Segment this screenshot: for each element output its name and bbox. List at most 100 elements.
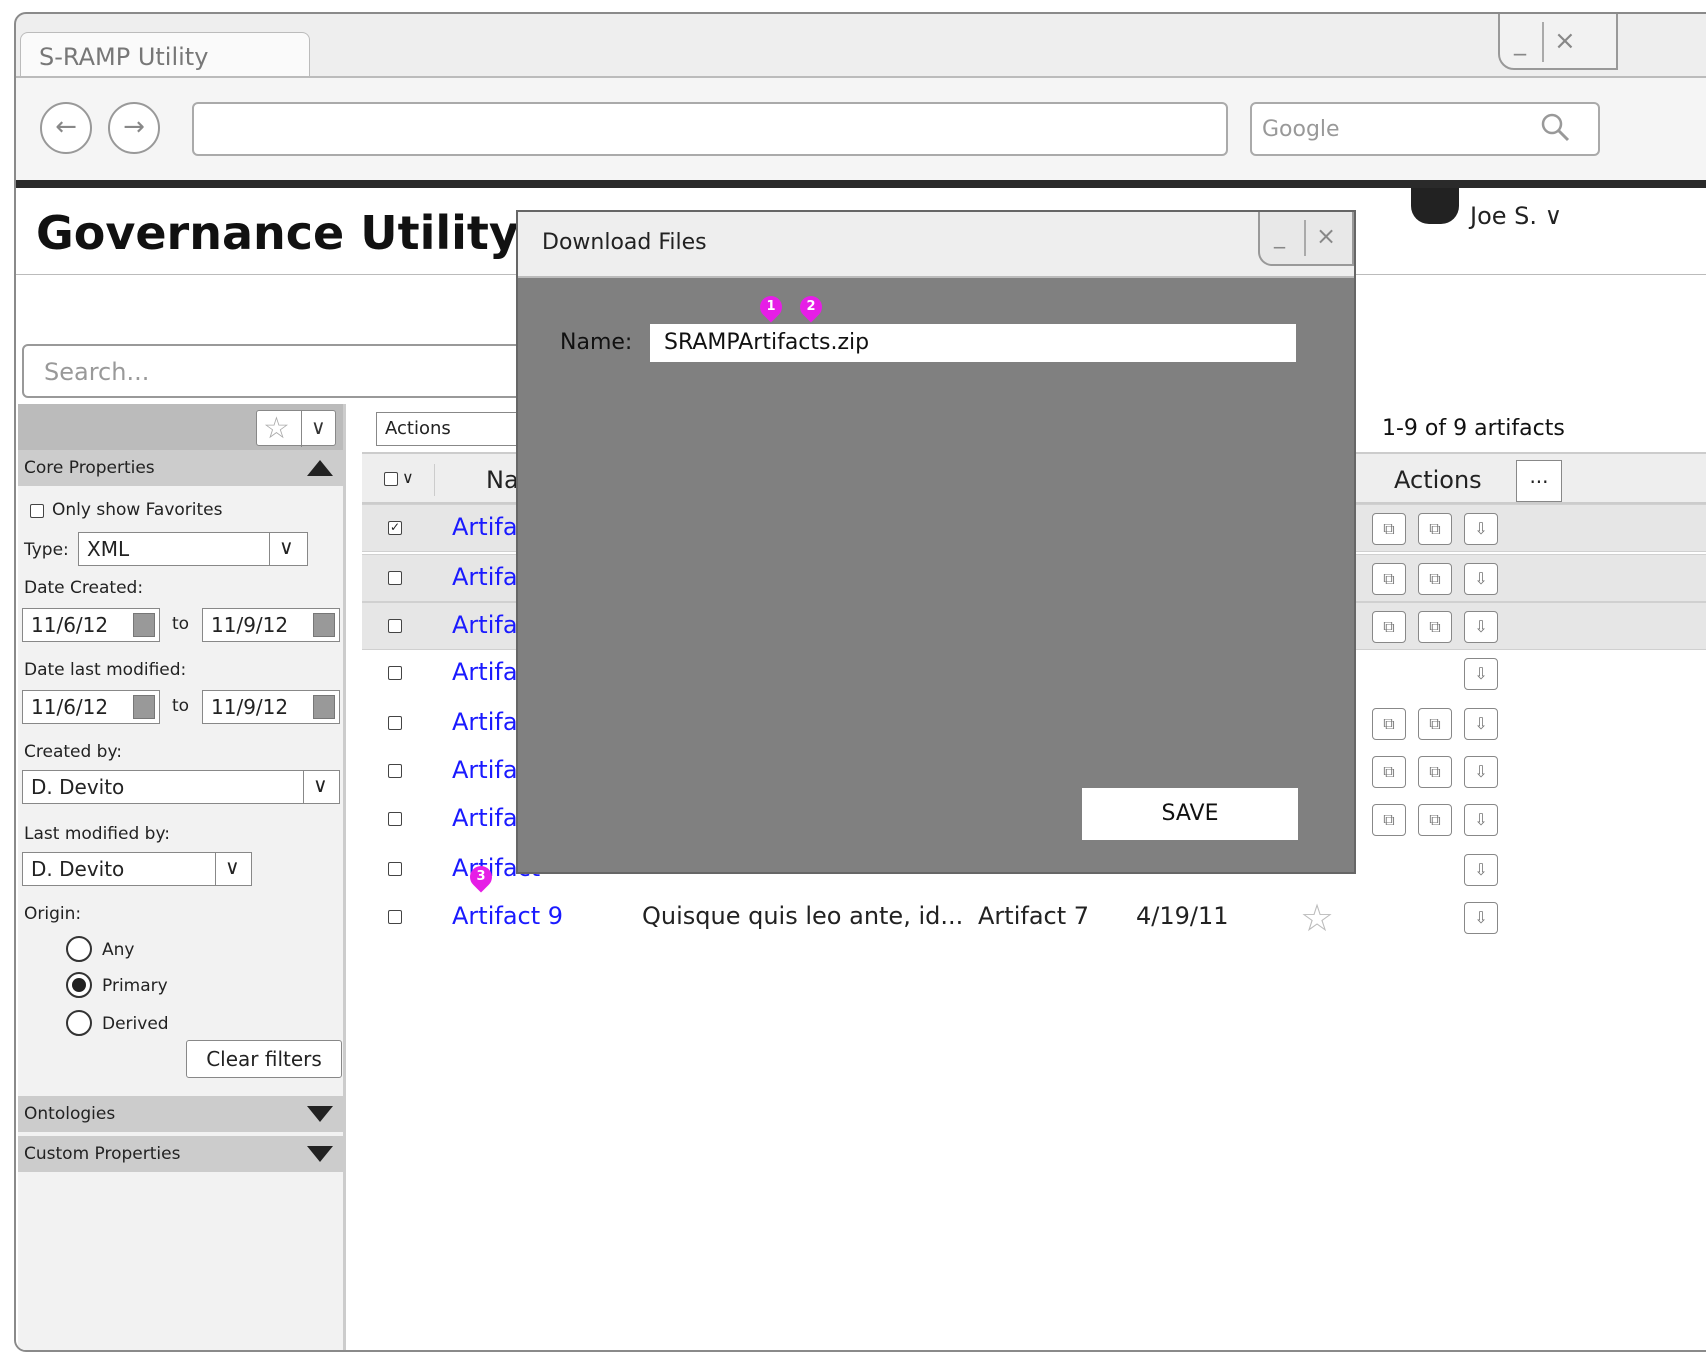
table-row[interactable]: Artifact 9 Quisque quis leo ante, id... Ar… bbox=[362, 894, 1706, 942]
chevron-down-icon: ∨ bbox=[313, 773, 328, 797]
select-all-checkbox[interactable] bbox=[384, 472, 398, 486]
download-icon[interactable]: ⇩ bbox=[1464, 854, 1498, 886]
close-icon[interactable]: × bbox=[1316, 222, 1336, 250]
download-icon[interactable]: ⇩ bbox=[1464, 611, 1498, 643]
divider bbox=[434, 464, 435, 496]
row-checkbox[interactable] bbox=[388, 666, 402, 680]
type-label: Type: bbox=[24, 540, 69, 560]
column-options-button[interactable]: ... bbox=[1516, 460, 1562, 502]
download-icon[interactable]: ⇩ bbox=[1464, 708, 1498, 740]
browser-tab[interactable]: S-RAMP Utility bbox=[20, 32, 310, 78]
calendar-icon[interactable] bbox=[313, 613, 335, 637]
calendar-icon[interactable] bbox=[133, 613, 155, 637]
copy-icon[interactable]: ⧉ bbox=[1372, 804, 1406, 836]
favorite-star-icon[interactable]: ☆ bbox=[1300, 896, 1334, 940]
row-checkbox[interactable] bbox=[388, 764, 402, 778]
chevron-down-icon[interactable]: ∨ bbox=[402, 468, 414, 487]
browser-search-input[interactable]: Google bbox=[1250, 102, 1600, 156]
row-checkbox[interactable] bbox=[388, 862, 402, 876]
core-properties-header[interactable]: Core Properties bbox=[18, 450, 343, 486]
download-icon[interactable]: ⇩ bbox=[1464, 563, 1498, 595]
modified-to-field[interactable]: 11/9/12 bbox=[202, 690, 340, 724]
download-icon[interactable]: ⇩ bbox=[1464, 804, 1498, 836]
only-favorites-checkbox[interactable] bbox=[30, 504, 44, 518]
name-label: Name: bbox=[560, 330, 633, 355]
download-icon[interactable]: ⇩ bbox=[1464, 902, 1498, 934]
copy-icon[interactable]: ⧉ bbox=[1372, 708, 1406, 740]
chevron-down-icon: ∨ bbox=[311, 415, 326, 439]
user-menu[interactable]: Joe S. ∨ bbox=[1470, 202, 1562, 230]
header-divider bbox=[16, 180, 1706, 188]
created-to-field[interactable]: 11/9/12 bbox=[202, 608, 340, 642]
modified-by-value: D. Devito bbox=[31, 857, 125, 881]
filename-input[interactable]: SRAMPArtifacts.zip bbox=[650, 324, 1296, 362]
check-icon: ✓ bbox=[389, 520, 401, 534]
to-label: to bbox=[172, 614, 190, 634]
copy-icon[interactable]: ⧉ bbox=[1372, 611, 1406, 643]
date-created-label: Date Created: bbox=[24, 578, 144, 598]
origin-derived-radio[interactable] bbox=[66, 1010, 92, 1036]
divider bbox=[269, 533, 270, 565]
custom-properties-header[interactable]: Custom Properties bbox=[18, 1136, 343, 1172]
expand-icon bbox=[307, 1106, 333, 1122]
copy-icon[interactable]: ⧉ bbox=[1372, 563, 1406, 595]
download-icon[interactable]: ⇩ bbox=[1464, 513, 1498, 545]
dialog-title: Download Files bbox=[518, 212, 1354, 278]
close-icon[interactable]: × bbox=[1554, 26, 1576, 56]
window-controls: _ × bbox=[1498, 14, 1618, 70]
artifact-date: 4/19/11 bbox=[1136, 902, 1229, 930]
to-label: to bbox=[172, 696, 190, 716]
copy-icon[interactable]: ⧉ bbox=[1372, 756, 1406, 788]
download-icon[interactable]: ⇩ bbox=[1464, 658, 1498, 690]
copy-icon[interactable]: ⧉ bbox=[1418, 513, 1452, 545]
artifact-name-link[interactable]: Artifact 9 bbox=[452, 902, 563, 930]
date-modified-label: Date last modified: bbox=[24, 660, 187, 680]
clear-filters-button[interactable]: Clear filters bbox=[186, 1040, 342, 1078]
annotation-marker: 1 bbox=[755, 291, 787, 323]
type-select[interactable]: XML ∨ bbox=[78, 532, 308, 566]
minimize-icon[interactable]: _ bbox=[1274, 224, 1285, 249]
forward-icon[interactable]: → bbox=[108, 102, 160, 154]
row-checkbox[interactable] bbox=[388, 571, 402, 585]
collapse-icon bbox=[307, 460, 333, 476]
modified-by-label: Last modified by: bbox=[24, 824, 170, 844]
created-from-field[interactable]: 11/6/12 bbox=[22, 608, 160, 642]
copy-icon[interactable]: ⧉ bbox=[1418, 804, 1452, 836]
core-properties-panel: Only show Favorites Type: XML ∨ Date Cre… bbox=[18, 486, 343, 1096]
download-icon[interactable]: ⇩ bbox=[1464, 756, 1498, 788]
copy-icon[interactable]: ⧉ bbox=[1418, 756, 1452, 788]
row-checkbox[interactable] bbox=[388, 910, 402, 924]
search-input[interactable]: Search... bbox=[22, 344, 542, 398]
copy-icon[interactable]: ⧉ bbox=[1418, 611, 1452, 643]
search-icon[interactable] bbox=[1540, 112, 1570, 142]
row-checkbox[interactable] bbox=[388, 812, 402, 826]
expand-icon bbox=[307, 1146, 333, 1162]
created-from-value: 11/6/12 bbox=[31, 613, 109, 637]
copy-icon[interactable]: ⧉ bbox=[1372, 513, 1406, 545]
column-header-actions: Actions bbox=[1394, 466, 1482, 494]
url-input[interactable] bbox=[192, 102, 1228, 156]
modified-by-select[interactable]: D. Devito ∨ bbox=[22, 852, 252, 886]
origin-any-radio[interactable] bbox=[66, 936, 92, 962]
copy-icon[interactable]: ⧉ bbox=[1418, 563, 1452, 595]
copy-icon[interactable]: ⧉ bbox=[1418, 708, 1452, 740]
section-label: Core Properties bbox=[24, 458, 155, 478]
row-checkbox[interactable]: ✓ bbox=[388, 521, 402, 535]
divider bbox=[1304, 220, 1306, 256]
back-icon[interactable]: ← bbox=[40, 102, 92, 154]
minimize-icon[interactable]: _ bbox=[1514, 28, 1526, 56]
filter-sidebar: ☆ ∨ Core Properties Only show Favorites … bbox=[18, 404, 346, 1350]
calendar-icon[interactable] bbox=[133, 695, 155, 719]
section-label: Ontologies bbox=[24, 1104, 116, 1124]
row-checkbox[interactable] bbox=[388, 716, 402, 730]
created-by-label: Created by: bbox=[24, 742, 123, 762]
favorites-dropdown[interactable]: ☆ ∨ bbox=[256, 410, 336, 447]
created-by-select[interactable]: D. Devito ∨ bbox=[22, 770, 340, 804]
calendar-icon[interactable] bbox=[313, 695, 335, 719]
modified-from-field[interactable]: 11/6/12 bbox=[22, 690, 160, 724]
row-checkbox[interactable] bbox=[388, 619, 402, 633]
save-button[interactable]: SAVE bbox=[1082, 788, 1298, 840]
created-to-value: 11/9/12 bbox=[211, 613, 289, 637]
origin-primary-radio[interactable] bbox=[66, 972, 92, 998]
ontologies-header[interactable]: Ontologies bbox=[18, 1096, 343, 1132]
